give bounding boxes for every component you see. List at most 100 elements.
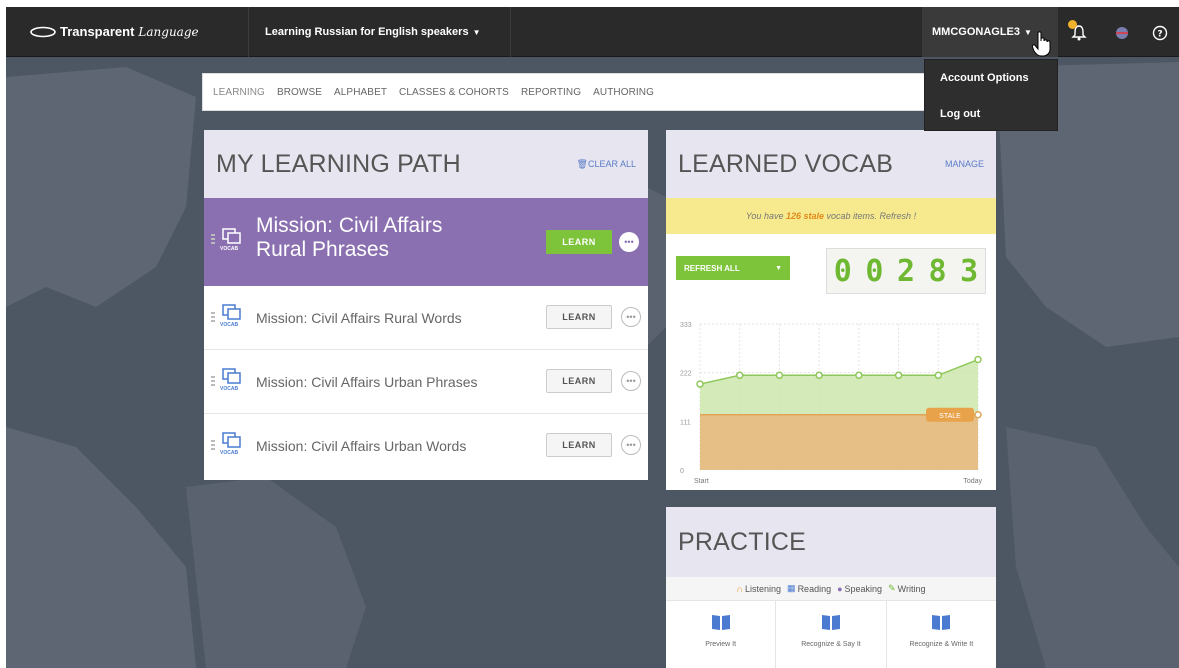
skill-writing[interactable]: ✎ Writing	[888, 583, 925, 594]
more-options-icon[interactable]: •••	[621, 371, 641, 391]
ghost-digit: 9	[834, 292, 852, 293]
counter-ghost-top: 1 1 3 9 4	[827, 249, 985, 250]
tab-reporting[interactable]: REPORTING	[515, 87, 587, 98]
practice-activities: Preview It Recognize & Say It Recognize …	[666, 601, 996, 668]
menu-item-account-options[interactable]: Account Options	[925, 60, 1057, 96]
more-options-icon[interactable]: •••	[621, 307, 641, 327]
caret-down-icon: ▼	[775, 264, 782, 272]
activity-preview-it[interactable]: Preview It	[666, 601, 777, 668]
hand-cursor-icon	[1032, 31, 1051, 57]
data-point	[696, 380, 704, 388]
caret-down-icon: ▼	[1024, 27, 1032, 37]
tab-classes-cohorts[interactable]: CLASSES & COHORTS	[393, 87, 515, 98]
stale-vocab-notice[interactable]: You have 126 stale vocab items. Refresh …	[666, 198, 996, 234]
skills-filter: ∩ Listening ▦ Reading ● Speaking ✎ Writing	[666, 577, 996, 601]
top-bar: Transparent Language Learning Russian fo…	[6, 7, 1179, 57]
stale-count: 126 stale	[785, 211, 825, 221]
drag-handle-icon[interactable]	[211, 440, 215, 452]
active-path-item[interactable]: VOCAB Mission: Civil Affairs Rural Phras…	[204, 198, 648, 286]
title-line-1: Mission: Civil Affairs	[256, 214, 443, 237]
course-label: Learning Russian for English speakers	[265, 26, 469, 38]
ghost-digit: 9	[929, 249, 947, 250]
speech-bubble-icon: ●	[837, 583, 843, 594]
divider	[510, 7, 511, 57]
manage-link[interactable]: MANAGE	[945, 159, 984, 169]
clear-all-link[interactable]: 🗑CLEAR ALL	[577, 159, 636, 170]
data-point	[894, 371, 903, 380]
username: MMCGONAGLE3	[932, 26, 1020, 38]
path-item-title: Mission: Civil Affairs Urban Phrases	[256, 374, 478, 390]
practice-header: PRACTICE	[666, 507, 996, 577]
caret-down-icon: ▼	[472, 27, 481, 37]
drag-handle-icon[interactable]	[211, 234, 215, 246]
main-nav-tabs: LEARNING BROWSE ALPHABET CLASSES & COHOR…	[202, 73, 927, 111]
practice-title: PRACTICE	[678, 527, 807, 556]
book-icon: ▦	[787, 583, 796, 593]
ghost-digit: 1	[834, 249, 852, 250]
vocab-label: VOCAB	[220, 322, 239, 328]
ghost-digit: 7	[929, 292, 947, 293]
learn-button[interactable]: LEARN	[546, 305, 612, 329]
more-options-icon[interactable]: •••	[619, 232, 639, 252]
active-item-title: Mission: Civil Affairs Rural Phrases	[256, 214, 442, 262]
data-point	[815, 371, 823, 380]
learn-button[interactable]: LEARN	[546, 230, 612, 254]
divider	[248, 7, 249, 57]
learned-vocab-title: LEARNED VOCAB	[678, 149, 894, 178]
notifications-bell-icon[interactable]	[1068, 20, 1090, 44]
activity-recognize-write-it[interactable]: Recognize & Write It	[887, 601, 996, 668]
vocab-label: VOCAB	[220, 450, 239, 456]
pencil-icon: ✎	[888, 583, 896, 593]
skill-reading[interactable]: ▦ Reading	[787, 583, 831, 594]
ghost-digit: 1	[897, 292, 915, 293]
learn-button[interactable]: LEARN	[546, 369, 612, 393]
course-selector[interactable]: Learning Russian for English speakers ▼	[265, 7, 480, 57]
tab-learning[interactable]: LEARNING	[207, 87, 271, 98]
path-item-title: Mission: Civil Affairs Urban Words	[256, 438, 467, 454]
ghost-digit: 3	[897, 249, 915, 250]
counter-digit: 0	[833, 253, 852, 289]
app-window: Transparent Language Learning Russian fo…	[6, 7, 1179, 668]
y-tick-label: 0	[680, 468, 684, 475]
data-point	[775, 371, 784, 380]
learning-path-card: MY LEARNING PATH 🗑CLEAR ALL VOCAB Missio…	[204, 130, 648, 480]
vocab-icon: VOCAB	[220, 368, 244, 392]
ghost-digit: 9	[865, 292, 883, 293]
activity-label: Preview It	[705, 641, 737, 648]
vocab-chart-svg: 333 222 111 0 STALE Start Today	[680, 322, 982, 485]
vocab-icon: VOCAB	[220, 304, 244, 328]
drag-handle-icon[interactable]	[211, 312, 215, 324]
vocab-progress-chart: 333 222 111 0 STALE Start Today	[666, 310, 996, 490]
tab-alphabet[interactable]: ALPHABET	[328, 87, 393, 98]
skill-listening[interactable]: ∩ Listening	[737, 584, 782, 594]
ghost-digit: 2	[960, 292, 978, 293]
skill-speaking[interactable]: ● Speaking	[837, 584, 882, 594]
menu-item-log-out[interactable]: Log out	[925, 96, 1057, 132]
refresh-all-button[interactable]: REFRESH ALL ▼	[676, 256, 790, 280]
learning-path-header: MY LEARNING PATH 🗑CLEAR ALL	[204, 130, 648, 198]
path-item[interactable]: VOCAB Mission: Civil Affairs Urban Phras…	[204, 350, 648, 414]
vocab-counter: 1 1 3 9 4 0 0 2 8 3 9 9 1 7 2	[826, 248, 986, 294]
skill-label: Writing	[897, 583, 926, 594]
learn-button[interactable]: LEARN	[546, 433, 612, 457]
path-item[interactable]: VOCAB Mission: Civil Affairs Rural Words…	[204, 286, 648, 350]
y-tick-label: 333	[680, 322, 692, 329]
activity-recognize-say-it[interactable]: Recognize & Say It	[776, 601, 887, 668]
vocab-icon: VOCAB	[220, 432, 244, 456]
help-icon[interactable]: ?	[1149, 22, 1171, 44]
vocab-label: VOCAB	[220, 246, 239, 252]
vocab-label: VOCAB	[220, 386, 239, 392]
transparent-language-logo[interactable]: Transparent Language	[30, 24, 199, 39]
path-item-title: Mission: Civil Affairs Rural Words	[256, 310, 462, 326]
tab-authoring[interactable]: AUTHORING	[587, 87, 660, 98]
logo-text: Transparent	[60, 24, 135, 39]
practice-card: PRACTICE ∩ Listening ▦ Reading ● Speaking ✎…	[666, 507, 996, 668]
drag-handle-icon[interactable]	[211, 376, 215, 388]
user-dropdown-menu: Account Options Log out	[924, 59, 1058, 131]
more-options-icon[interactable]: •••	[621, 435, 641, 455]
counter-digit: 3	[960, 253, 979, 289]
path-item[interactable]: VOCAB Mission: Civil Affairs Urban Words…	[204, 414, 648, 478]
trash-icon: 🗑	[576, 158, 588, 169]
tab-browse[interactable]: BROWSE	[271, 87, 328, 98]
language-flag-icon[interactable]	[1111, 22, 1133, 44]
